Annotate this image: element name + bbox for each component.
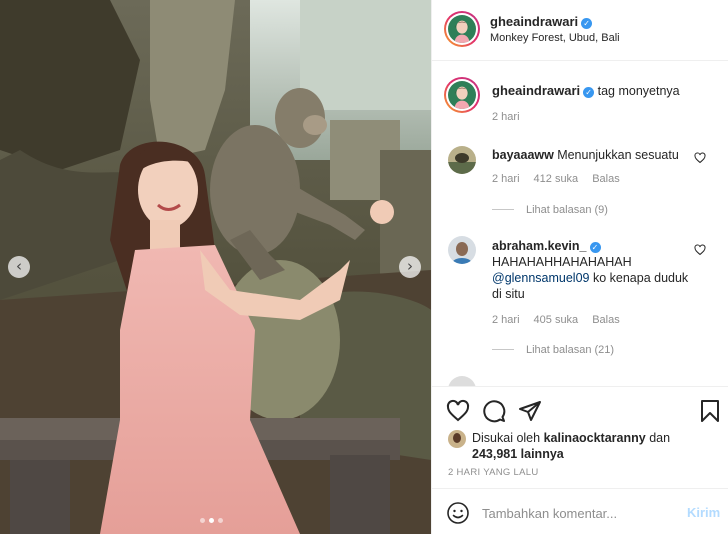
commenter-avatar-image [448, 236, 476, 264]
reply-button[interactable]: Balas [592, 314, 620, 326]
heart-icon[interactable] [446, 399, 470, 423]
commenter-avatar[interactable] [448, 236, 476, 264]
next-slide-button[interactable]: › [399, 256, 421, 278]
post-image [0, 0, 431, 534]
comment-icon[interactable] [482, 399, 506, 423]
view-replies-button[interactable]: Lihat balasan (21) [492, 344, 614, 356]
caption-avatar-image [448, 81, 476, 109]
author-username[interactable]: gheaindrawari [490, 14, 578, 29]
comment-meta: 2 hari 405 suka Balas [492, 314, 634, 326]
caption-avatar[interactable] [444, 77, 480, 113]
caption-time[interactable]: 2 hari [492, 111, 520, 123]
send-icon[interactable] [518, 399, 542, 423]
post-photo[interactable]: ‹ › [0, 0, 431, 534]
post-header: gheaindrawari ✓ Monkey Forest, Ubud, Bali [432, 0, 728, 61]
comment-mention-link[interactable]: @glennsamuel09 [492, 271, 589, 285]
caption-text: tag monyetnya [597, 84, 680, 98]
liker-username[interactable]: kalinaocktaranny [544, 431, 646, 445]
comment-likes[interactable]: 405 suka [534, 314, 579, 326]
commenter-avatar[interactable] [448, 376, 476, 386]
post-location[interactable]: Monkey Forest, Ubud, Bali [490, 32, 620, 44]
carousel-dot-active [209, 518, 214, 523]
author-avatar[interactable] [444, 11, 480, 47]
post-timestamp[interactable]: 2 HARI YANG LALU [448, 467, 539, 478]
add-comment-bar: Kirim [432, 488, 728, 534]
comment-text: Menunjukkan sesuatu [557, 148, 679, 162]
commenter-avatar-image [448, 146, 476, 174]
carousel-dot [200, 518, 205, 523]
likes-and: dan [649, 431, 671, 445]
liker-avatar-image [448, 430, 466, 448]
post-comment-button[interactable]: Kirim [687, 505, 720, 520]
comment-username[interactable]: bayaaaww [492, 148, 554, 162]
previous-slide-button[interactable]: ‹ [8, 256, 30, 278]
comment-like-heart-icon[interactable] [694, 152, 706, 164]
verified-badge-icon: ✓ [589, 242, 601, 253]
comment-username[interactable]: abraham.kevin_ [492, 239, 587, 253]
post-actions: Disukai oleh kalinaocktaranny dan 243,98… [432, 386, 728, 486]
carousel-dot [218, 518, 223, 523]
comment-text: HAHAHAHHAHAHAHAH [492, 255, 632, 269]
reply-button[interactable]: Balas [592, 173, 620, 185]
commenter-avatar[interactable] [448, 146, 476, 174]
author-avatar-image [448, 15, 476, 43]
likes-summary: Disukai oleh kalinaocktaranny dan 243,98… [472, 430, 670, 462]
post-side-panel: gheaindrawari ✓ Monkey Forest, Ubud, Bali… [431, 0, 728, 534]
verified-badge-icon: ✓ [581, 18, 593, 29]
comment-time[interactable]: 2 hari [492, 314, 520, 326]
carousel-indicator [200, 518, 223, 523]
verified-badge-icon: ✓ [583, 87, 595, 98]
comment-time[interactable]: 2 hari [492, 173, 520, 185]
comment-meta: 2 hari 412 suka Balas [492, 173, 634, 185]
comment-likes[interactable]: 412 suka [534, 173, 579, 185]
view-replies-button[interactable]: Lihat balasan (9) [492, 204, 608, 216]
emoji-icon[interactable] [446, 501, 470, 525]
bookmark-icon[interactable] [698, 399, 722, 423]
caption-username[interactable]: gheaindrawari [492, 83, 580, 98]
comment-like-heart-icon[interactable] [694, 244, 706, 256]
likes-prefix: Disukai oleh [472, 431, 541, 445]
comment-input[interactable] [482, 503, 682, 523]
comments-list[interactable]: gheaindrawari ✓ tag monyetnya 2 hari baya… [432, 62, 728, 386]
likes-count[interactable]: 243,981 lainnya [472, 447, 564, 461]
liker-avatar[interactable] [448, 430, 466, 448]
